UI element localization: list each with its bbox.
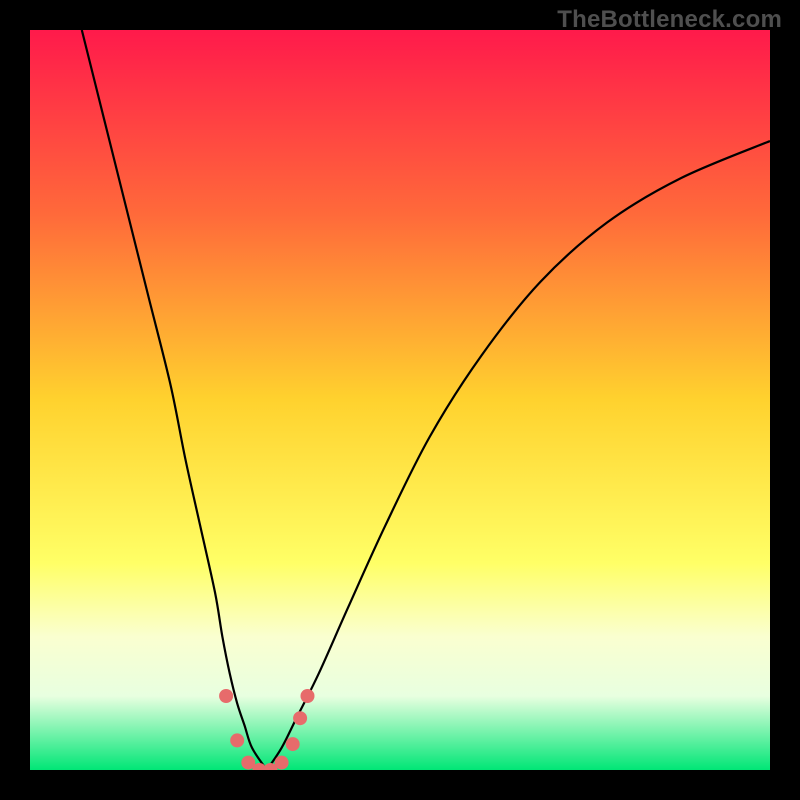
chart-frame: TheBottleneck.com [0, 0, 800, 800]
bottleneck-chart [30, 30, 770, 770]
plot-background [30, 30, 770, 770]
data-point [286, 737, 300, 751]
data-point [219, 689, 233, 703]
watermark-text: TheBottleneck.com [557, 6, 782, 34]
data-point [275, 756, 289, 770]
data-point [230, 733, 244, 747]
data-point [301, 689, 315, 703]
data-point [293, 711, 307, 725]
